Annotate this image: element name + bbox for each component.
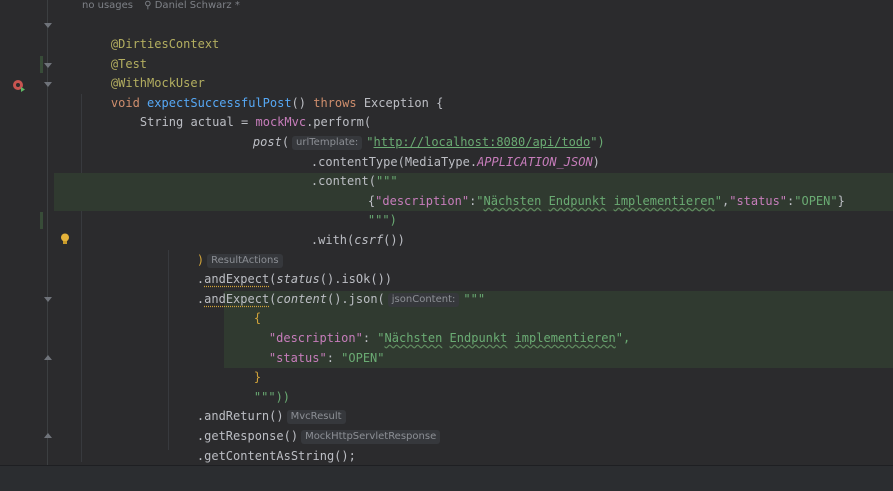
- code-line[interactable]: """)): [54, 369, 893, 404]
- code-line[interactable]: {: [54, 290, 893, 325]
- code-line[interactable]: "description": "Nächsten Endpunkt implem…: [54, 310, 893, 345]
- gutter-divider: [47, 0, 48, 465]
- fold-arrow-icon[interactable]: [44, 433, 52, 438]
- code-line[interactable]: .andExpect(status().isOk()): [54, 251, 893, 286]
- code-line[interactable]: ) ResultActions: [54, 232, 893, 268]
- code-line[interactable]: @Test: [54, 36, 893, 71]
- fold-arrow-icon[interactable]: [44, 355, 52, 360]
- code-line[interactable]: post(urlTemplate: "http://localhost:8080/…: [54, 114, 893, 150]
- code-line[interactable]: .getContentAsString();: [54, 428, 893, 463]
- code-line[interactable]: @WithMockUser: [54, 55, 893, 90]
- fold-arrow-icon[interactable]: [44, 63, 52, 68]
- change-marker: [40, 212, 43, 229]
- code-line[interactable]: }: [54, 349, 893, 384]
- fold-arrow-icon[interactable]: [44, 297, 52, 302]
- run-test-icon[interactable]: [12, 78, 26, 92]
- code-line[interactable]: """): [54, 192, 893, 227]
- code-line[interactable]: @DirtiesContext: [54, 16, 893, 51]
- code-line[interactable]: .with(csrf()): [54, 212, 893, 247]
- code-line[interactable]: "status": "OPEN": [54, 330, 893, 365]
- code-line[interactable]: .getResponse() MockHttpServletResponse: [54, 408, 893, 444]
- editor-gutter[interactable]: [0, 0, 69, 465]
- code-editor[interactable]: no usages ⚲ Daniel Schwarz * @DirtiesCon…: [54, 0, 893, 465]
- codevision-hints: no usages ⚲ Daniel Schwarz *: [82, 0, 240, 12]
- author-icon: ⚲: [144, 0, 152, 11]
- change-marker: [40, 56, 43, 73]
- author-hint[interactable]: Daniel Schwarz *: [155, 0, 240, 11]
- code-line[interactable]: .content(""": [54, 153, 893, 188]
- code-line[interactable]: .andReturn() MvcResult: [54, 388, 893, 424]
- usages-hint[interactable]: no usages: [82, 0, 133, 11]
- code-line[interactable]: void expectSuccessfulPost() throws Excep…: [54, 75, 893, 110]
- code-token: .getContentAsString();: [196, 449, 356, 463]
- code-line[interactable]: {"description":"Nächsten Endpunkt implem…: [54, 173, 893, 208]
- status-bar: [0, 465, 893, 491]
- code-line[interactable]: .andExpect(content().json(jsonContent: ""…: [54, 271, 893, 307]
- code-line[interactable]: String actual = mockMvc.perform(: [54, 94, 893, 129]
- fold-arrow-icon[interactable]: [44, 82, 52, 87]
- code-line[interactable]: .contentType(MediaType.APPLICATION_JSON): [54, 134, 893, 169]
- fold-arrow-icon[interactable]: [44, 23, 52, 28]
